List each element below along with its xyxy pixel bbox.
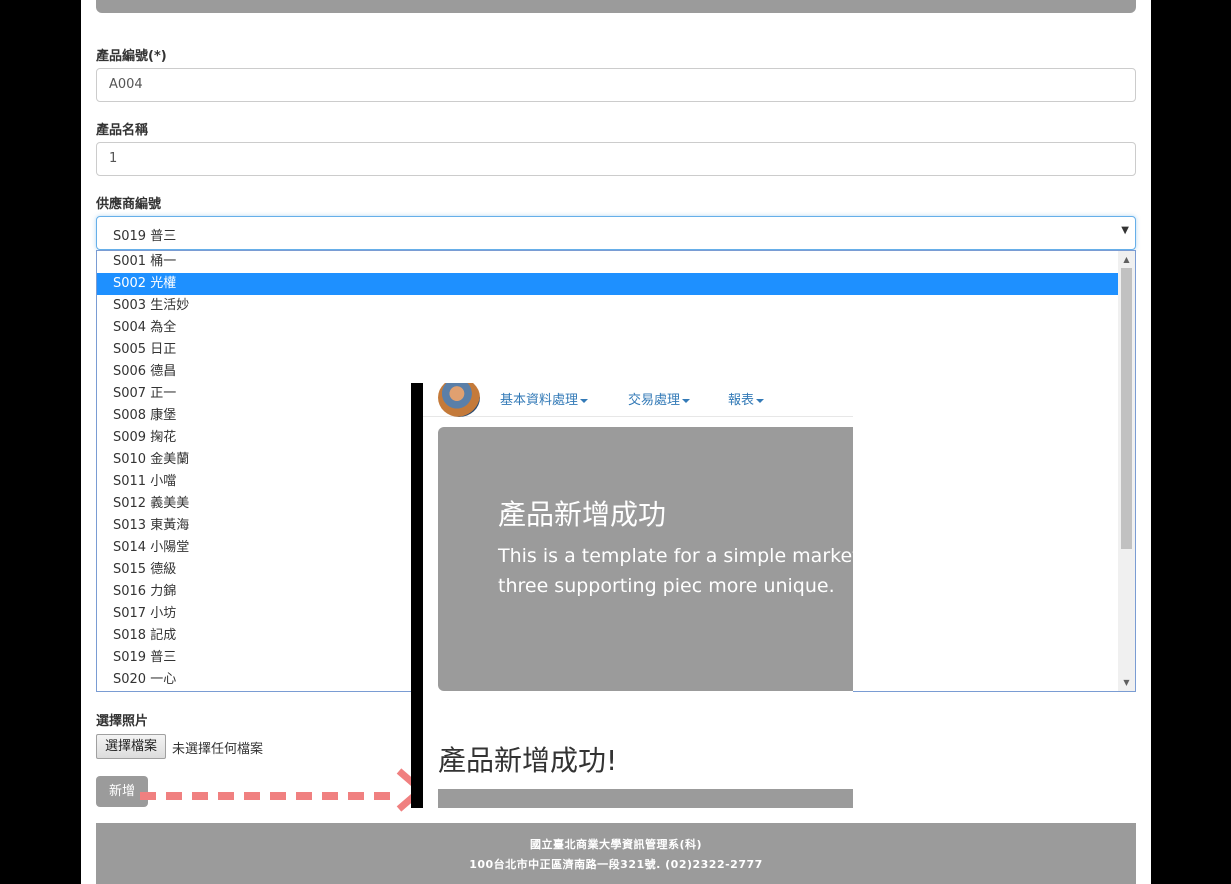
hero-unit: 產品新增成功 This is a template for a simple m… <box>438 427 853 691</box>
product-id-label: 產品編號(*) <box>96 49 167 64</box>
nav-item-label: 報表 <box>728 393 755 408</box>
file-status-text: 未選擇任何檔案 <box>172 742 264 757</box>
product-name-input[interactable]: 1 <box>96 142 1136 176</box>
supplier-option[interactable]: S006 德昌 <box>97 361 1135 383</box>
supplier-option[interactable]: S002 光權 <box>97 273 1118 295</box>
scrollbar[interactable]: ▲ ▼ <box>1118 251 1135 691</box>
caret-down-icon <box>682 398 691 403</box>
caret-down-icon <box>756 398 765 403</box>
hero-text: This is a template for a simple marketi … <box>498 545 853 597</box>
chevron-down-icon: ▼ <box>1121 225 1129 236</box>
hero-title: 產品新增成功 <box>498 498 667 531</box>
footer-line-2: 100台北市中正區濟南路一段321號. (02)2322-2777 <box>469 858 763 871</box>
caret-down-icon <box>580 398 589 403</box>
supplier-option[interactable]: S003 生活妙 <box>97 295 1135 317</box>
scrollbar-thumb[interactable] <box>1121 268 1132 549</box>
nav-item-label: 基本資料處理 <box>500 393 579 408</box>
scroll-down-icon[interactable]: ▼ <box>1118 674 1135 691</box>
footer: 國立臺北商業大學資訊管理系(科) 100台北市中正區濟南路一段321號. (02… <box>96 823 1136 884</box>
result-page-screenshot: 基本資料處理 交易處理 報表 產品新增成功 This is a template… <box>423 383 853 808</box>
nav-item-basic-data[interactable]: 基本資料處理 <box>500 389 589 408</box>
scroll-up-icon[interactable]: ▲ <box>1118 251 1135 268</box>
footer-strip <box>438 789 853 808</box>
success-message: 產品新增成功! <box>438 744 618 777</box>
nav-item-transactions[interactable]: 交易處理 <box>628 389 691 408</box>
top-bar <box>96 0 1136 13</box>
supplier-option[interactable]: S001 桶一 <box>97 251 1135 273</box>
product-name-label: 產品名稱 <box>96 123 149 138</box>
navbar: 基本資料處理 交易處理 報表 <box>423 383 853 417</box>
supplier-option[interactable]: S005 日正 <box>97 339 1135 361</box>
supplier-select[interactable]: S019 普三 ▼ <box>96 216 1136 250</box>
footer-line-1: 國立臺北商業大學資訊管理系(科) <box>529 838 703 851</box>
supplier-option[interactable]: S004 為全 <box>97 317 1135 339</box>
choose-file-button[interactable]: 選擇檔案 <box>96 734 166 759</box>
photo-label: 選擇照片 <box>96 714 149 729</box>
divider-bar <box>411 383 423 808</box>
nav-item-label: 交易處理 <box>628 393 681 408</box>
nav-item-reports[interactable]: 報表 <box>728 389 765 408</box>
supplier-selected-value: S019 普三 <box>113 229 177 244</box>
avatar[interactable] <box>438 383 480 417</box>
dashed-arrow-line <box>140 792 390 800</box>
supplier-label: 供應商編號 <box>96 197 162 212</box>
product-id-input[interactable]: A004 <box>96 68 1136 102</box>
